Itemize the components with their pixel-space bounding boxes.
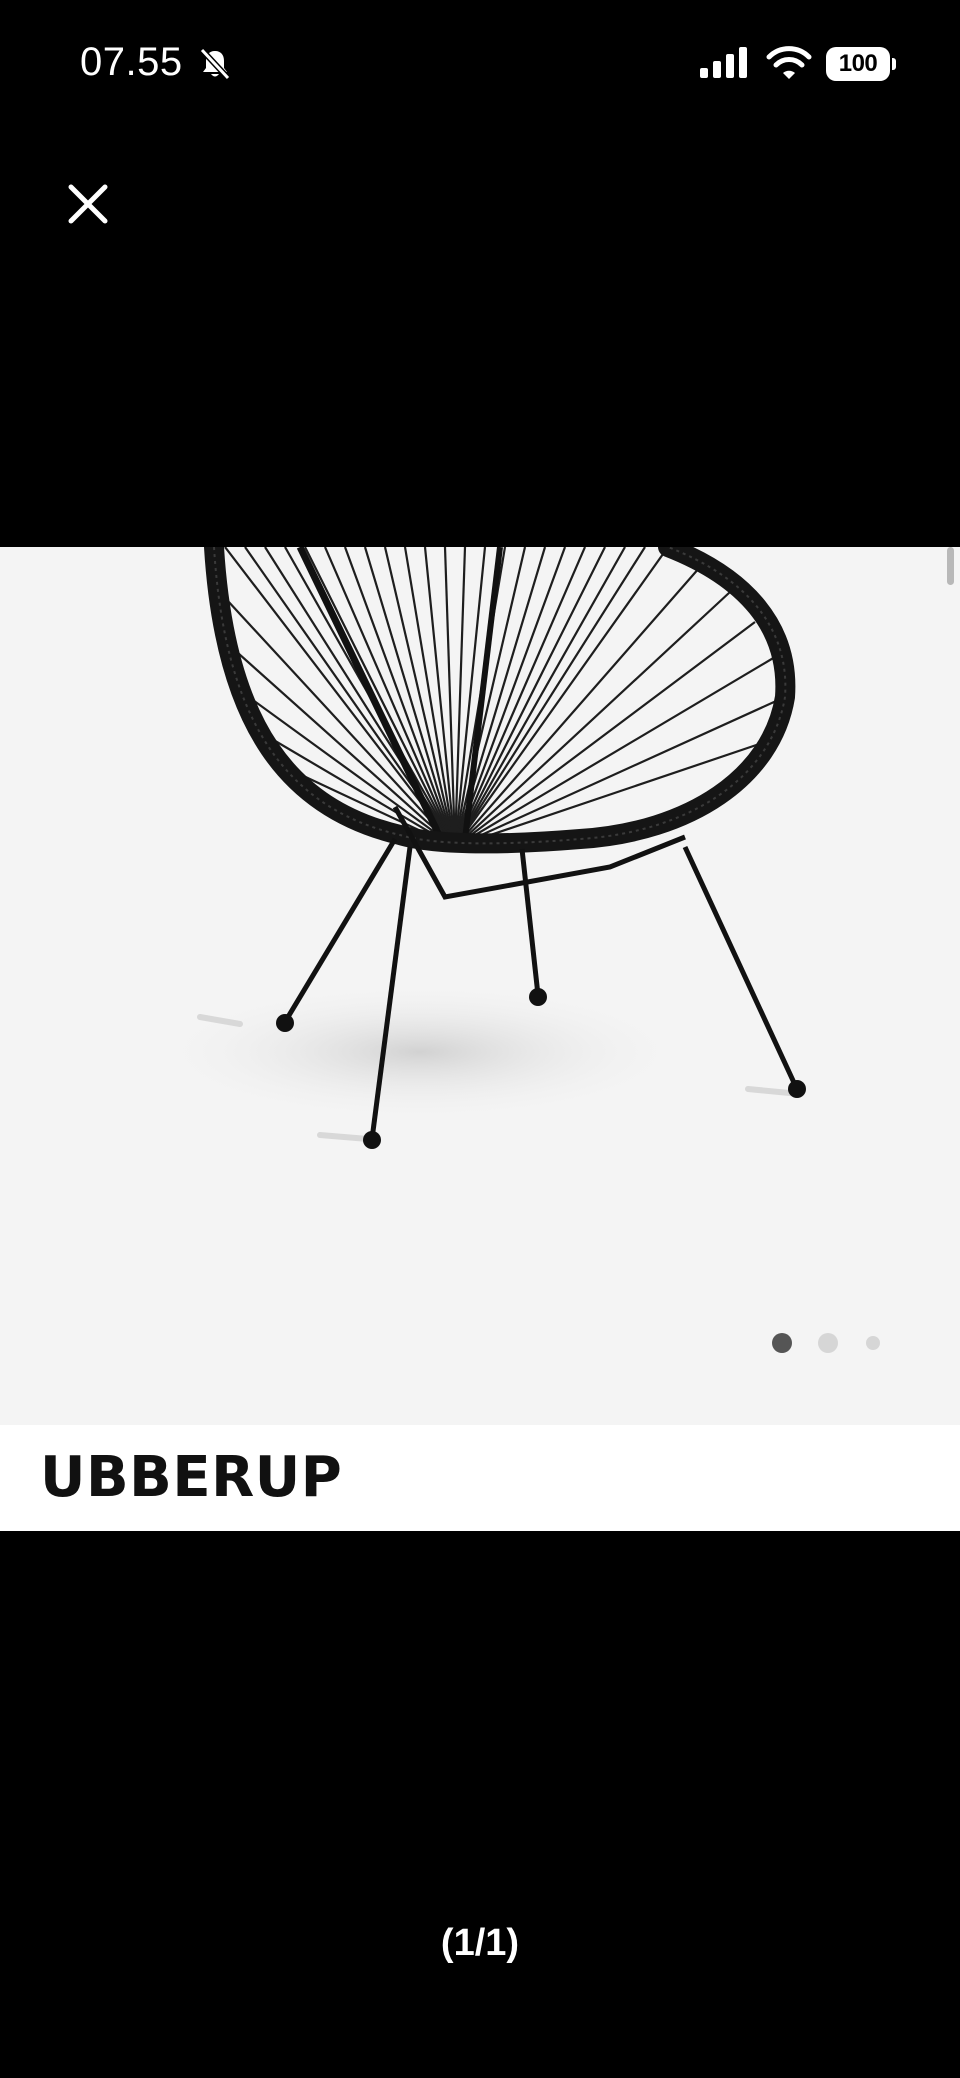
status-time: 07.55 [80,40,183,84]
bell-slash-icon [199,47,231,81]
pagination-dot[interactable] [866,1336,880,1350]
status-bar: 07.55 100 [0,0,960,130]
pagination-dot-active[interactable] [772,1333,792,1353]
scroll-indicator[interactable] [947,547,954,585]
battery-nub [892,58,896,70]
close-icon [68,184,108,224]
pagination-dot[interactable] [818,1333,838,1353]
product-image[interactable] [0,547,960,1425]
battery-body: 100 [826,47,890,81]
close-button[interactable] [60,176,116,232]
cellular-signal-icon [700,47,747,78]
product-preview-card: UBBERUP [0,547,960,1531]
image-pagination-dots [772,1328,906,1358]
chair-image [150,547,806,1149]
product-title: UBBERUP [40,1445,343,1510]
battery-icon: 100 [826,47,896,81]
wifi-icon [766,46,812,79]
image-counter: (1/1) [440,1922,520,1964]
battery-level: 100 [838,50,878,77]
